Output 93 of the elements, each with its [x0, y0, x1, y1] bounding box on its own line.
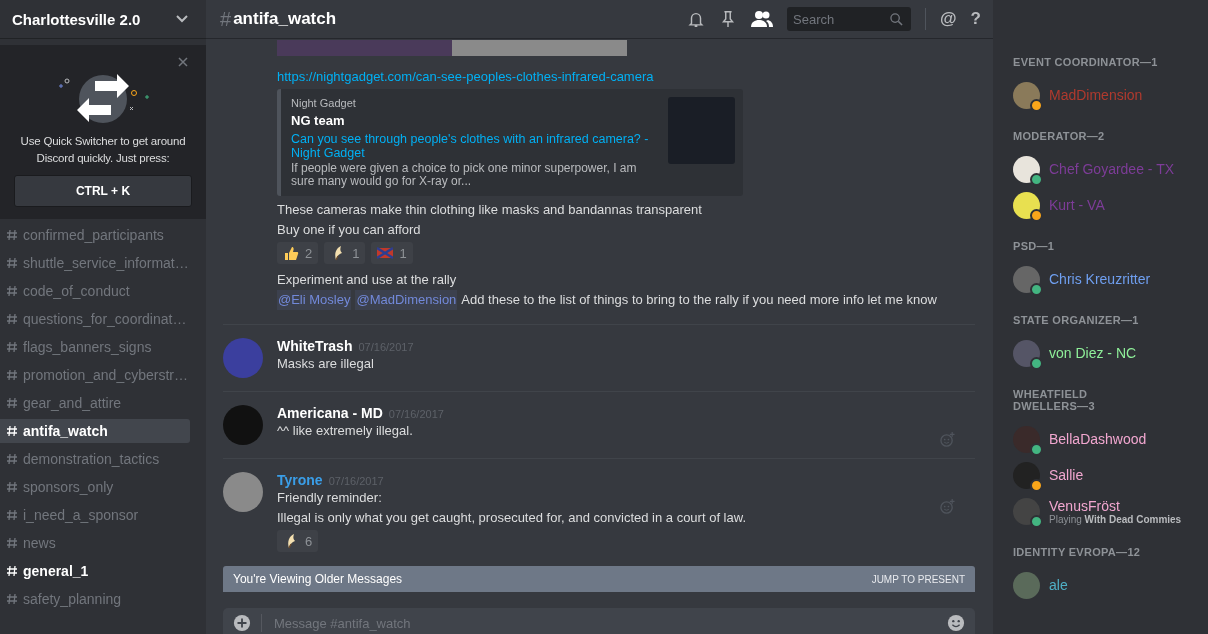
channel-item[interactable]: safety_planning [0, 587, 190, 611]
embed-provider: Night Gadget [291, 97, 357, 109]
hash-icon [6, 565, 18, 577]
hash-icon [6, 369, 18, 381]
role-heading: EVENT COORDINATOR—1 [1013, 56, 1159, 68]
hash-icon [6, 509, 18, 521]
channel-item[interactable]: shuttle_service_informat… [0, 251, 190, 275]
emoji-icon[interactable] [947, 614, 965, 632]
bell-icon[interactable] [687, 10, 706, 28]
user-mention[interactable]: @Eli Mosley [277, 290, 352, 310]
reaction-button[interactable]: 2 [277, 242, 319, 264]
username[interactable]: WhiteTrash [277, 338, 353, 354]
channel-item[interactable]: code_of_conduct [0, 279, 190, 303]
user-avatar[interactable] [1013, 461, 1040, 489]
member-name[interactable]: Chris Kreuzritter [1049, 271, 1151, 287]
channel-item[interactable]: promotion_and_cyberstr… [0, 363, 190, 387]
hash-icon [6, 425, 18, 437]
message-link[interactable]: https://nightgadget.com/can-see-peoples-clothes-infrared-camera [277, 68, 654, 86]
member-name[interactable]: BellaDashwood [1049, 431, 1147, 447]
plus-icon[interactable] [233, 614, 251, 632]
channel-item[interactable]: flags_banners_signs [0, 335, 190, 359]
hash-icon [6, 537, 18, 549]
reaction-button[interactable]: 1 [324, 242, 366, 264]
message-text: Buy one if you can afford [277, 221, 421, 239]
message-text: Friendly reminder: [277, 489, 382, 507]
channel-item[interactable]: confirmed_participants [0, 223, 190, 247]
search-icon [890, 13, 904, 26]
mentions-button[interactable]: @ [940, 9, 957, 29]
close-icon[interactable] [178, 57, 188, 67]
user-avatar[interactable] [1013, 155, 1040, 183]
channel-item[interactable]: demonstration_tactics [0, 447, 190, 471]
username[interactable]: Americana - MD [277, 405, 383, 421]
role-heading: PSD—1 [1013, 240, 1056, 252]
hash-icon: # [220, 7, 232, 31]
message-text: Illegal is only what you get caught, prosecuted for, and convicted in a court of law. [277, 509, 746, 527]
chevron-down-icon [176, 15, 188, 23]
user-avatar[interactable] [1013, 81, 1040, 109]
hash-icon [6, 257, 18, 269]
message-text: These cameras make thin clothing like masks and bandannas transparent [277, 201, 702, 219]
role-heading: STATE ORGANIZER—1 [1013, 314, 1140, 326]
channel-item[interactable]: antifa_watch [0, 419, 190, 443]
user-avatar[interactable] [1013, 191, 1040, 219]
channel-item[interactable]: sponsors_only [0, 475, 190, 499]
shortcut-button[interactable]: CTRL + K [14, 175, 192, 207]
quick-switcher-text: Use Quick Switcher to get around Discord quickly. Just press: [19, 134, 187, 166]
role-heading: IDENTITY EVROPA—12 [1013, 546, 1142, 558]
embed-description: If people were given a choice to pick one minor superpower, I am sure many would go for X-ray or... [291, 162, 638, 188]
thumbs-up-icon [283, 245, 299, 261]
help-button[interactable]: ? [970, 9, 981, 29]
channel-title: antifa_watch [233, 9, 337, 29]
older-messages-text: You're Viewing Older Messages [233, 572, 403, 586]
user-mention[interactable]: @MadDimension [355, 290, 458, 310]
hash-icon [6, 397, 18, 409]
channel-item[interactable]: news [0, 531, 190, 555]
user-avatar[interactable] [1013, 425, 1040, 453]
activity-text: Playing With Dead Commies [1049, 513, 1182, 525]
message-text: Add these to the list of things to bring to the rally if you need more info let me know [461, 291, 937, 309]
reaction-button[interactable]: 1 [371, 242, 413, 264]
hash-icon [6, 481, 18, 493]
channel-item[interactable]: questions_for_coordinat… [0, 307, 190, 331]
message-text: ^^ like extremely illegal. [277, 422, 413, 440]
message-text: Experiment and use at the rally [277, 271, 457, 289]
username[interactable]: Tyrone [277, 472, 323, 488]
member-name[interactable]: Sallie [1049, 467, 1084, 483]
reaction-button[interactable]: 6 [277, 530, 319, 552]
hash-icon [6, 229, 18, 241]
role-heading: WHEATFIELD DWELLERS—3 [1013, 388, 1096, 412]
embed-author: NG team [291, 113, 346, 128]
hash-icon [6, 453, 18, 465]
user-avatar[interactable] [1013, 265, 1040, 293]
user-avatar[interactable] [1013, 497, 1040, 525]
member-name[interactable]: Chef Goyardee - TX [1049, 161, 1175, 177]
server-header[interactable]: Charlottesville 2.0 [0, 0, 206, 38]
channel-item[interactable]: i_need_a_sponsor [0, 503, 190, 527]
jump-to-present-link[interactable]: JUMP TO PRESENT [871, 573, 965, 585]
hash-icon [6, 593, 18, 605]
hash-icon [6, 341, 18, 353]
member-name[interactable]: VenusFröst [1049, 497, 1182, 514]
channel-item[interactable]: general_1 [0, 559, 190, 583]
member-name[interactable]: Kurt - VA [1049, 197, 1105, 213]
search-field[interactable]: Search [787, 7, 912, 31]
member-name[interactable]: ale [1049, 577, 1068, 593]
members-icon[interactable] [751, 10, 774, 28]
member-name[interactable]: von Diez - NC [1049, 345, 1137, 361]
flag-icon [377, 245, 394, 261]
embed-title-link[interactable]: Can you see through people's clothes with an infrared camera? - Night Gadget [291, 132, 656, 160]
channel-item[interactable]: gear_and_attire [0, 391, 190, 415]
hash-icon [6, 313, 18, 325]
member-name[interactable]: MadDimension [1049, 87, 1143, 103]
hash-icon [6, 285, 18, 297]
user-avatar[interactable] [1013, 339, 1040, 367]
message-text: Masks are illegal [277, 355, 374, 373]
role-heading: MODERATOR—2 [1013, 130, 1106, 142]
